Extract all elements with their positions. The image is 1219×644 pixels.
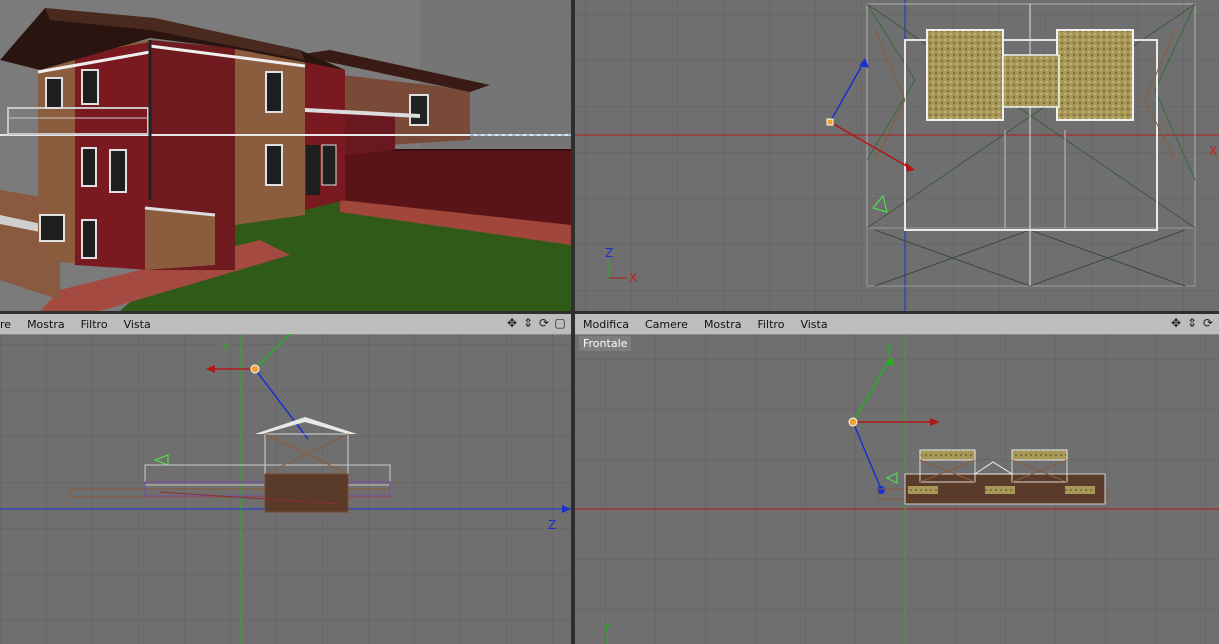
top-viewport[interactable]: Z X X — [575, 0, 1219, 311]
menu-mostra[interactable]: Mostra — [696, 318, 750, 331]
x-axis-label: X — [629, 271, 637, 285]
zoom-view-icon[interactable]: ⇕ — [1185, 316, 1199, 330]
y-axis-label: Y — [884, 343, 893, 357]
rotate-view-icon[interactable]: ⟳ — [1201, 316, 1215, 330]
perspective-viewport[interactable] — [0, 0, 571, 311]
front-viewport[interactable]: Modifica Camere Mostra Filtro Vista ✥ ⇕ … — [575, 314, 1219, 644]
menu-mostra[interactable]: Mostra — [19, 318, 73, 331]
roof-right — [1056, 29, 1134, 121]
z-axis-label: Z — [605, 246, 613, 260]
menu-modifica-truncated[interactable]: re — [0, 318, 19, 331]
zoom-view-icon[interactable]: ⇕ — [521, 316, 535, 330]
menu-filtro[interactable]: Filtro — [73, 318, 116, 331]
perspective-render — [0, 0, 571, 311]
right-viewport[interactable]: re Mostra Filtro Vista ✥ ⇕ ⟳ ▢ Z Y — [0, 314, 571, 644]
rotate-view-icon[interactable]: ⟳ — [537, 316, 551, 330]
right-view-canvas: Z Y — [0, 334, 571, 644]
viewport-name-label[interactable]: Frontale — [579, 336, 632, 351]
menu-vista[interactable]: Vista — [116, 318, 159, 331]
move-view-icon[interactable]: ✥ — [1169, 316, 1183, 330]
z-axis-label: Z — [548, 518, 556, 532]
menu-filtro[interactable]: Filtro — [749, 318, 792, 331]
top-view-canvas: Z X X — [575, 0, 1219, 311]
move-view-icon[interactable]: ✥ — [505, 316, 519, 330]
roof-left — [926, 29, 1004, 121]
y-axis-label: Y — [221, 341, 230, 355]
y-axis-corner-label: Y — [602, 621, 611, 635]
maximize-view-icon[interactable]: ▢ — [553, 316, 567, 330]
front-view-canvas: Y Y — [575, 334, 1219, 644]
menu-camere[interactable]: Camere — [637, 318, 696, 331]
right-viewport-menubar: re Mostra Filtro Vista ✥ ⇕ ⟳ ▢ — [0, 314, 571, 335]
front-viewport-menubar: Modifica Camere Mostra Filtro Vista ✥ ⇕ … — [575, 314, 1219, 335]
roof-center — [1002, 54, 1060, 108]
x-axis-edge-label: X — [1209, 144, 1217, 158]
menu-vista[interactable]: Vista — [792, 318, 835, 331]
menu-modifica[interactable]: Modifica — [575, 318, 637, 331]
